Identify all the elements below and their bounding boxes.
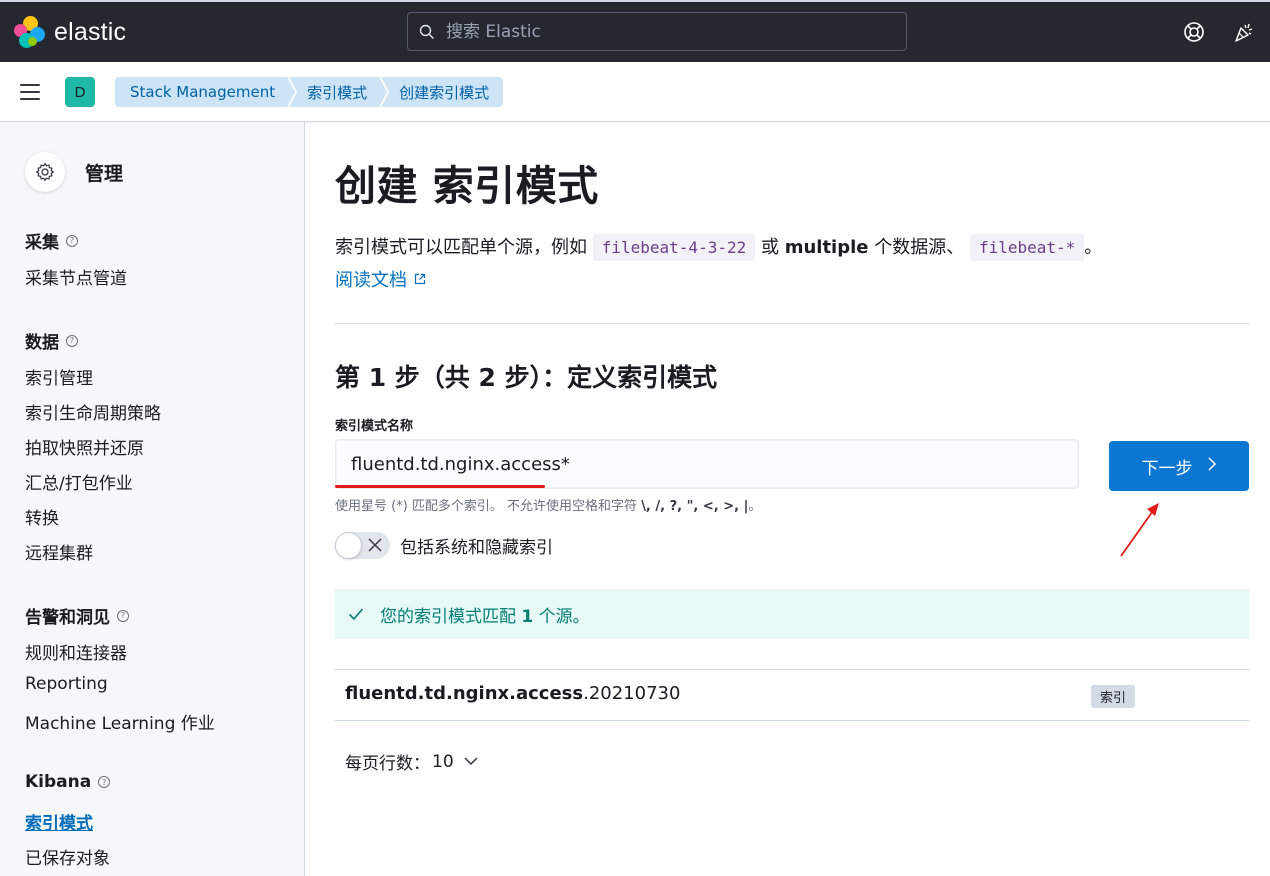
newsfeed-icon[interactable] (1231, 19, 1257, 45)
search-input[interactable] (446, 21, 886, 42)
breadcrumb-create-index-pattern: 创建索引模式 (381, 77, 504, 107)
desc-bold: multiple (784, 237, 869, 258)
step-title: 第 1 步（共 2 步）：定义索引模式 (335, 363, 718, 392)
rows-per-page-control[interactable]: 每页行数： 10 (345, 749, 478, 774)
group-title: 数据 (25, 333, 59, 353)
read-docs-link[interactable]: 阅读文档 (335, 266, 426, 292)
sidebar-item-index-management[interactable]: 索引管理 (25, 364, 93, 389)
elastic-logo[interactable]: elastic (14, 16, 126, 48)
result-match-bold: fluentd.td.nginx.access (345, 683, 584, 704)
desc-text: 个数据源、 (874, 237, 965, 258)
gear-icon (25, 152, 65, 192)
annotation-arrow (1120, 503, 1159, 557)
close-icon (366, 536, 384, 558)
help-chars: \, /, ?, ", <, >, | (641, 499, 749, 514)
space-avatar[interactable]: D (65, 77, 95, 107)
switch-knob (335, 532, 362, 559)
index-pattern-input[interactable] (351, 453, 1051, 475)
check-icon (348, 607, 364, 621)
sidebar-item-rollup-jobs[interactable]: 汇总/打包作业 (25, 469, 133, 494)
global-search[interactable] (407, 12, 907, 51)
main-content: 创建 索引模式 索引模式可以匹配单个源，例如 filebeat-4-3-22 或… (305, 122, 1270, 876)
help-text: 使用星号 (*) 匹配多个索引。 不允许使用空格和字符 (335, 499, 638, 514)
index-type-badge: 索引 (1091, 685, 1136, 708)
top-header: elastic (0, 0, 1270, 62)
chevron-down-icon (464, 757, 478, 766)
field-help-text: 使用星号 (*) 匹配多个索引。 不允许使用空格和字符 \, /, ?, ", … (335, 495, 761, 514)
next-step-label: 下一步 (1141, 458, 1193, 479)
desc-text: 。 (1084, 237, 1103, 258)
callout-suffix: 个源。 (538, 606, 590, 627)
code-example-2: filebeat-* (969, 234, 1085, 261)
desc-text: 或 (760, 237, 779, 258)
elastic-logo-icon (14, 16, 46, 48)
sidebar-item-ml-jobs[interactable]: Machine Learning 作业 (25, 709, 215, 734)
breadcrumb-index-patterns[interactable]: 索引模式 (289, 77, 387, 107)
menu-toggle-icon[interactable] (20, 84, 40, 100)
sidebar-item-index-patterns[interactable]: 索引模式 (25, 809, 93, 834)
sidebar-item-reporting[interactable]: Reporting (25, 674, 108, 694)
group-title: 告警和洞见 (25, 608, 110, 628)
include-hidden-label: 包括系统和隐藏索引 (400, 538, 553, 558)
help-end: 。 (748, 499, 762, 514)
sidebar-item-snapshot-restore[interactable]: 拍取快照并还原 (25, 434, 144, 459)
sidebar-header: 管理 (25, 152, 123, 192)
page-title: 创建 索引模式 (335, 162, 599, 210)
group-alerts-insights: 告警和洞见? (25, 603, 129, 628)
index-pattern-name-field[interactable] (335, 439, 1079, 489)
breadcrumb-stack-management[interactable]: Stack Management (115, 77, 295, 107)
callout-prefix: 您的索引模式匹配 (380, 606, 516, 627)
group-data: 数据? (25, 328, 78, 353)
chevron-right-icon (1207, 456, 1217, 476)
next-step-button[interactable]: 下一步 (1109, 441, 1249, 491)
code-example-1: filebeat-4-3-22 (592, 234, 756, 261)
group-kibana: Kibana? (25, 772, 111, 792)
callout-text: 您的索引模式匹配 1 个源。 (380, 602, 590, 627)
table-row: fluentd.td.nginx.access.20210730 (345, 683, 680, 704)
external-link-icon (414, 273, 426, 285)
desc-text: 索引模式可以匹配单个源，例如 (335, 237, 587, 258)
help-icon[interactable] (1181, 19, 1207, 45)
rows-per-page-value: 10 (432, 751, 454, 772)
divider (335, 323, 1249, 324)
result-match-rest: .20210730 (583, 683, 681, 704)
rows-per-page-label: 每页行数： (345, 754, 430, 774)
table-border (335, 720, 1249, 721)
sidebar-item-remote-clusters[interactable]: 远程集群 (25, 539, 93, 564)
navigation-bar: D Stack Management 索引模式 创建索引模式 (0, 62, 1270, 122)
management-sidebar: 管理 采集? 采集节点管道 数据? 索引管理 索引生命周期策略 拍取快照并还原 … (0, 122, 305, 876)
breadcrumb: Stack Management 索引模式 创建索引模式 (115, 77, 504, 107)
sidebar-item-ingest-pipelines[interactable]: 采集节点管道 (25, 264, 127, 289)
include-hidden-switch[interactable] (335, 532, 390, 559)
sidebar-title: 管理 (85, 162, 124, 185)
read-docs-label: 阅读文档 (335, 270, 407, 291)
match-success-callout: 您的索引模式匹配 1 个源。 (335, 589, 1249, 639)
sidebar-item-transforms[interactable]: 转换 (25, 504, 59, 529)
sidebar-item-saved-objects[interactable]: 已保存对象 (25, 844, 110, 869)
info-icon[interactable]: ? (66, 334, 78, 347)
include-hidden-toggle-row: 包括系统和隐藏索引 (335, 532, 553, 559)
brand-name: elastic (54, 17, 127, 46)
callout-count: 1 (521, 606, 534, 627)
index-pattern-name-label: 索引模式名称 (335, 419, 414, 434)
page-description: 索引模式可以匹配单个源，例如 filebeat-4-3-22 或 multipl… (335, 232, 1235, 264)
search-icon (408, 24, 446, 40)
group-ingest: 采集? (25, 228, 78, 253)
info-icon[interactable]: ? (98, 776, 111, 788)
group-title: Kibana (25, 772, 92, 792)
sidebar-item-ilm-policies[interactable]: 索引生命周期策略 (25, 399, 161, 424)
info-icon[interactable]: ? (66, 234, 78, 247)
info-icon[interactable]: ? (117, 609, 129, 622)
sidebar-item-rules-connectors[interactable]: 规则和连接器 (25, 639, 127, 664)
group-title: 采集 (25, 233, 59, 253)
table-border (335, 669, 1249, 670)
annotation-underline (335, 485, 545, 488)
